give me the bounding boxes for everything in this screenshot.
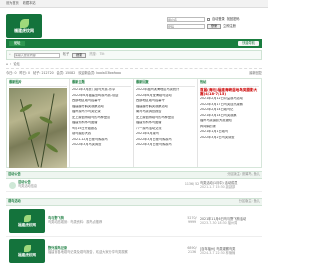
search-button[interactable]: 搜索 [72,52,87,58]
leaf-logo-icon [19,18,29,28]
home-icon[interactable]: ⌂ [6,62,8,67]
bird-photo[interactable] [9,88,67,168]
register-link[interactable]: 立即注册 [223,24,236,29]
tab-forum[interactable]: 论坛 [9,40,26,47]
login-button[interactable]: 登录 [207,24,222,29]
thread-link[interactable]: 2022年3月鸟类调查 [72,143,131,149]
section-title: 活动公告 [8,172,21,177]
quick-nav-button[interactable]: 快捷导航 [238,40,259,47]
latest-image-column: 最新图片 [7,79,70,168]
username-input[interactable] [167,17,205,22]
forum-last-date: 2023-7-30 18:30 福州周 [200,221,238,225]
section-moderators: 分区版主: 鱼儿 [238,199,260,204]
forum-description: 鸟类活动信息 [18,184,38,188]
leaf-logo-icon [23,214,31,222]
forum-logo-text: 福建虎纹网 [18,222,36,227]
top-bar: 设为首页 收藏本站 [0,0,268,8]
set-home-link[interactable]: 设为首页 [6,1,19,6]
leaf-logo-icon [23,244,31,252]
forum-logo[interactable]: 福建虎纹网 [9,239,45,263]
main-nav: 论坛 快捷导航 [6,39,262,48]
auto-login-label: 自动登录 [212,16,225,21]
site-header: 福建虎纹网 自动登录 找回密码 登录 立即注册 [0,8,268,39]
forum-row[interactable]: 福建虎纹网 野外观鸟记录 福建省各地观鸟记录及观鸟报告，欢迎大家分享鸟类观察 6… [6,237,262,265]
section-announcements[interactable]: 活动公告 分区版主: 张翼鸟, 鱼儿 [6,171,262,179]
find-password-link[interactable]: 找回密码 [227,17,240,22]
forum-status-icon [9,181,16,189]
stat-yesterday: 昨日: 0 [19,71,31,76]
stat-members: 会员: 15082 [56,71,76,76]
forum-last-date: 2024-3-7 22:30 林楠楠 [200,251,236,255]
forum-logo-text: 福建虎纹网 [18,252,36,257]
hot-search-link[interactable]: Tilt [100,52,105,57]
section-moderators: 分区版主: 张翼鸟, 鱼儿 [227,172,260,177]
stat-welcome: 欢迎新会员: koalaO3bwfaao [78,71,121,76]
stat-today: 今日: 0 [6,71,17,76]
hot-threads-column: 热帖 首届(海坛)福建海峡湿地鸟类摄影大赛(4/18-7/15) 2021年2月… [198,79,261,167]
latest-replies-heading: 最新回复 [136,80,195,87]
latest-reply-link[interactable]: 最新回复 [249,71,262,76]
thread-link[interactable]: 2022年3月2日鸟类调查 [200,136,259,142]
thread-link[interactable]: 2022年3月日曼乌鸦观鸟 [136,143,195,149]
forum-row[interactable]: 福建虎纹网 鸟与野飞狗 鸟类动态观测：鸟类资料：观鸟点推荐 5270/ 9999… [6,206,262,237]
logo-text: 福建虎纹网 [14,27,34,33]
latest-image-heading: 最新图片 [9,80,67,87]
latest-threads-column: 最新主题 2021年3月厦门观鸟大赛-乐享 2022年6月福建岛屿观鸟赛-欢迎 西部… [70,79,134,167]
stat-posts: 帖子: 212720 [33,71,54,76]
forum-last-date: 2021-1-7 15:30 副副邵 [200,185,236,189]
search-bar: ⌕ 帖子 搜索 热搜: Tilt [6,50,262,60]
auto-login-checkbox[interactable] [207,18,210,21]
hot-search-label: 热搜: [89,52,97,57]
search-scope-select[interactable]: 帖子 [63,52,69,57]
breadcrumb-forum[interactable]: 论坛 [13,62,19,67]
breadcrumb-separator: › [10,62,12,67]
search-icon: ⌕ [9,52,11,57]
site-logo[interactable]: 福建虎纹网 [6,14,42,38]
section-birding[interactable]: 观鸟活动 分区版主: 鱼儿 [6,198,262,206]
latest-panel: 最新图片 最新主题 2021年3月厦门观鸟大赛-乐享 2022年6月福建岛屿观鸟赛… [6,78,262,168]
forum-description: 福建省各地观鸟记录及观鸟报告，欢迎大家分享鸟类观察 [48,250,128,254]
forum-logo[interactable]: 福建虎纹网 [9,209,45,233]
hot-threads-heading: 热帖 [200,80,259,87]
latest-replies-column: 最新回复 2022年福州滨海地区鸟类统计 2022年6月龙海观鸟活动 西部地区观鸟招… [134,79,198,167]
featured-thread-link[interactable]: 首届(海坛)福建海峡湿地鸟类摄影大赛(4/18-7/15) [200,88,259,96]
forum-thread-count: 1136 [184,182,193,187]
forum-post-count: / 52 [192,182,200,187]
forum-row[interactable]: 活动公告 鸟类活动信息 1136/ 52 鸟类活动(1月中) 活动成员 2021… [6,179,262,192]
search-input[interactable] [13,52,60,58]
login-box: 自动登录 找回密码 登录 立即注册 [167,17,262,31]
forum-stats: 今日: 0 昨日: 0 帖子: 212720 会员: 15082 欢迎新会员: … [6,70,262,78]
latest-threads-heading: 最新主题 [72,80,131,87]
bookmark-link[interactable]: 收藏本站 [23,1,36,6]
breadcrumb: ⌂ › 论坛 [6,62,262,69]
section-title: 观鸟活动 [8,199,21,204]
password-input[interactable] [167,24,205,29]
forum-description: 鸟类动态观测：鸟类资料：观鸟点推荐 [48,220,103,224]
